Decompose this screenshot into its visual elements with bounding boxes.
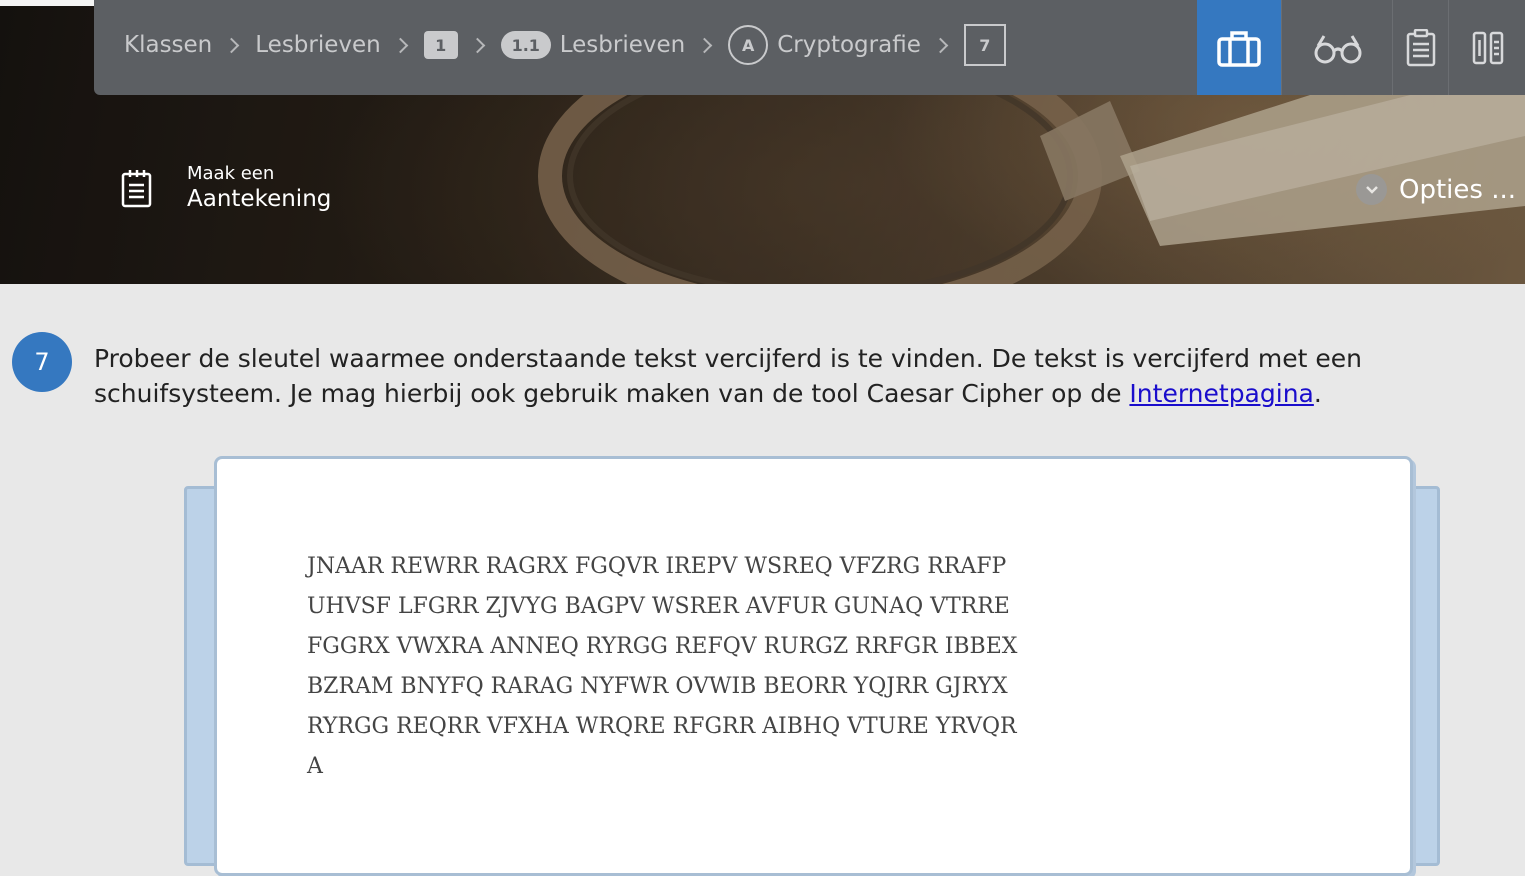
internetpagina-link[interactable]: Internetpagina (1129, 379, 1313, 408)
chevron-right-icon (696, 37, 713, 53)
cipher-line: A (307, 754, 323, 779)
chevron-right-icon (469, 37, 486, 53)
breadcrumb-chapter-badge[interactable]: A (728, 25, 769, 65)
note-caption: Maak een (187, 163, 275, 184)
breadcrumb-exercise-badge[interactable]: 7 (963, 24, 1006, 66)
breadcrumb-section-badge[interactable]: 1.1 (500, 31, 551, 59)
briefcase-button[interactable] (1197, 0, 1281, 95)
glasses-button[interactable] (1281, 0, 1393, 95)
question-text: Probeer de sleutel waarmee onderstaande … (94, 341, 1454, 411)
breadcrumb-chapter-label[interactable]: Cryptografie (777, 32, 921, 58)
chevron-down-icon (1356, 174, 1387, 205)
options-dropdown[interactable]: Opties ... (1356, 174, 1516, 205)
cipher-line: UHVSF LFGRR ZJVYG BAGPV WSRER AVFUR GUNA… (307, 594, 1010, 619)
notes-button[interactable] (1392, 0, 1449, 95)
notepad-icon (121, 170, 152, 208)
book-icon (1472, 31, 1503, 64)
briefcase-icon (1217, 30, 1261, 67)
chevron-right-icon (223, 37, 240, 53)
cipher-line: FGGRX VWXRA ANNEQ RYRGG REFQV RURGZ RRFG… (307, 634, 1018, 659)
make-note-button[interactable]: Maak een Aantekening (120, 163, 331, 213)
note-title: Aantekening (187, 186, 332, 212)
cipher-text: JNAAR REWRR RAGRX FGQVR IREPV WSREQ VFZR… (307, 547, 1017, 787)
top-navigation-bar: Klassen Lesbrieven 1 1.1 Lesbrieven A Cr… (94, 0, 1525, 95)
breadcrumb-level-badge[interactable]: 1 (423, 31, 458, 59)
options-label: Opties ... (1399, 174, 1516, 205)
breadcrumb: Klassen Lesbrieven 1 1.1 Lesbrieven A Cr… (124, 0, 1006, 90)
breadcrumb-lesbrieven[interactable]: Lesbrieven (255, 32, 380, 58)
glasses-icon (1314, 34, 1361, 63)
breadcrumb-klassen[interactable]: Klassen (124, 32, 212, 58)
question-end: . (1313, 379, 1322, 408)
chevron-right-icon (392, 37, 409, 53)
cipher-line: RYRGG REQRR VFXHA WRQRE RFGRR AIBHQ VTUR… (307, 714, 1017, 739)
cipher-line: JNAAR REWRR RAGRX FGQVR IREPV WSREQ VFZR… (307, 554, 1007, 579)
question-number-badge: 7 (12, 332, 72, 392)
breadcrumb-section-label[interactable]: Lesbrieven (560, 32, 685, 58)
cipher-line: BZRAM BNYFQ RARAG NYFWR OVWIB BEORR YQJR… (307, 674, 1008, 699)
book-button[interactable] (1448, 0, 1525, 95)
clipboard-icon (1406, 28, 1436, 66)
chevron-right-icon (932, 37, 949, 53)
cipher-card: JNAAR REWRR RAGRX FGQVR IREPV WSREQ VFZR… (214, 456, 1413, 876)
